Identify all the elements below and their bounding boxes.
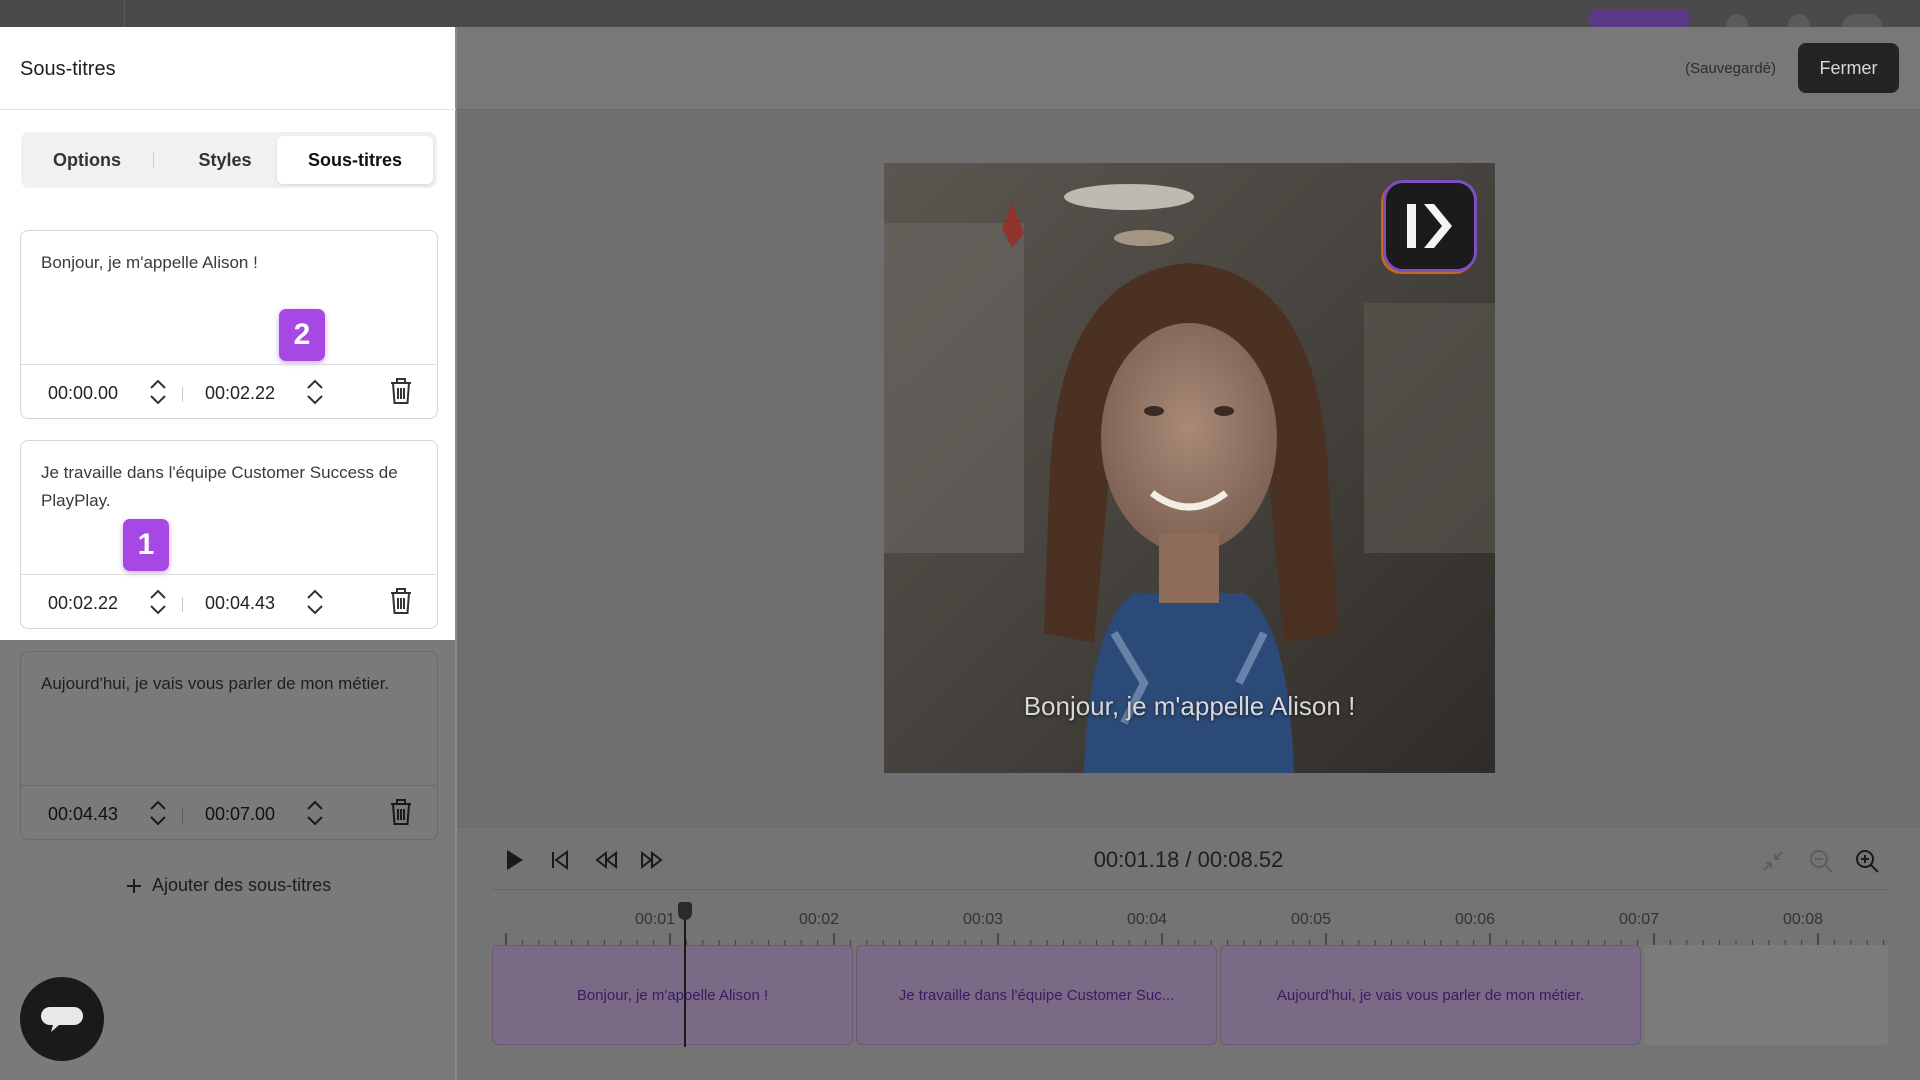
timeline-label: 00:03 bbox=[962, 911, 1004, 928]
tab-sous-titres[interactable]: Sous-titres bbox=[277, 136, 433, 184]
subtitle-text[interactable]: Aujourd'hui, je vais vous parler de mon … bbox=[41, 670, 411, 698]
tab-styles[interactable]: Styles bbox=[154, 136, 296, 184]
app-top-bar bbox=[0, 0, 1920, 27]
avatar bbox=[1842, 14, 1882, 27]
editor-header: (Sauvegardé) Fermer bbox=[457, 27, 1920, 110]
start-time-field[interactable]: 00:02.22 bbox=[48, 593, 118, 614]
trash-icon[interactable] bbox=[388, 376, 414, 406]
fit-timeline-icon[interactable] bbox=[1759, 847, 1787, 875]
trash-icon[interactable] bbox=[388, 797, 414, 827]
chat-support-button[interactable] bbox=[20, 977, 104, 1061]
panel-header: Sous-titres bbox=[0, 27, 456, 110]
step-badge: 2 bbox=[279, 309, 325, 361]
subtitle-text[interactable]: Bonjour, je m'appelle Alison ! bbox=[41, 249, 411, 277]
video-caption: Bonjour, je m'appelle Alison ! bbox=[1023, 691, 1356, 721]
tab-bar: Options Styles Sous-titres bbox=[21, 132, 437, 188]
timeline-label: 00:01 bbox=[634, 911, 676, 928]
start-time-stepper-icon[interactable] bbox=[148, 377, 168, 407]
end-time-stepper-icon[interactable] bbox=[305, 587, 325, 617]
zoom-out-icon[interactable] bbox=[1807, 847, 1835, 875]
subtitle-card: Aujourd'hui, je vais vous parler de mon … bbox=[20, 651, 438, 840]
start-time-stepper-icon[interactable] bbox=[148, 587, 168, 617]
timeline-empty-area bbox=[1644, 945, 1888, 1045]
end-time-field[interactable]: 00:02.22 bbox=[205, 383, 275, 404]
top-bar-icon bbox=[1726, 14, 1748, 27]
save-status: (Sauvegardé) bbox=[1685, 60, 1776, 77]
playhead-handle[interactable] bbox=[678, 902, 692, 920]
timeline-label: 00:06 bbox=[1454, 911, 1496, 928]
chat-bubble-icon bbox=[41, 1007, 83, 1032]
card-divider bbox=[21, 364, 436, 365]
end-time-stepper-icon[interactable] bbox=[305, 377, 325, 407]
timeline-segment[interactable]: Je travaille dans l'équipe Customer Suc.… bbox=[856, 945, 1217, 1045]
top-bar-action-button bbox=[1589, 10, 1690, 27]
timecode-display: 00:01.18 / 00:08.52 bbox=[1093, 847, 1284, 872]
start-time-field[interactable]: 00:04.43 bbox=[48, 804, 118, 825]
timeline-segment[interactable]: Bonjour, je m'appelle Alison ! bbox=[492, 945, 853, 1045]
time-separator bbox=[182, 808, 183, 823]
playplay-logo bbox=[1383, 180, 1477, 272]
subtitle-text[interactable]: Je travaille dans l'équipe Customer Succ… bbox=[41, 459, 411, 515]
start-time-field[interactable]: 00:00.00 bbox=[48, 383, 118, 404]
end-time-field[interactable]: 00:07.00 bbox=[205, 804, 275, 825]
panel-title: Sous-titres bbox=[20, 58, 116, 80]
timeline-top-border bbox=[492, 889, 1888, 890]
play-logo-icon bbox=[1407, 204, 1452, 248]
end-time-stepper-icon[interactable] bbox=[305, 798, 325, 828]
plus-icon bbox=[127, 878, 141, 893]
add-subtitles-label: Ajouter des sous-titres bbox=[152, 875, 332, 895]
tab-options[interactable]: Options bbox=[21, 136, 153, 184]
timeline-label: 00:02 bbox=[798, 911, 840, 928]
playhead-line[interactable] bbox=[684, 907, 686, 1047]
time-separator bbox=[182, 597, 183, 612]
video-preview[interactable]: Bonjour, je m'appelle Alison ! bbox=[884, 163, 1495, 773]
time-separator bbox=[182, 387, 183, 402]
player-bar: 00:01.18 / 00:08.52 00:01 00:02 00:03 00… bbox=[457, 826, 1920, 1080]
subtitle-card: Je travaille dans l'équipe Customer Succ… bbox=[20, 440, 438, 629]
subtitles-panel: Sous-titres Options Styles Sous-titres B… bbox=[0, 27, 457, 1080]
zoom-in-icon[interactable] bbox=[1853, 847, 1881, 875]
timeline-label: 00:05 bbox=[1290, 911, 1332, 928]
close-button[interactable]: Fermer bbox=[1798, 43, 1899, 93]
subtitle-card: Bonjour, je m'appelle Alison ! 2 00:00.0… bbox=[20, 230, 438, 419]
timeline-segment[interactable]: Aujourd'hui, je vais vous parler de mon … bbox=[1220, 945, 1641, 1045]
end-time-field[interactable]: 00:04.43 bbox=[205, 593, 275, 614]
card-divider bbox=[21, 785, 436, 786]
start-time-stepper-icon[interactable] bbox=[148, 798, 168, 828]
top-bar-icon bbox=[1788, 14, 1810, 27]
card-divider bbox=[21, 574, 436, 575]
top-bar-divider bbox=[124, 0, 125, 27]
add-subtitles-button[interactable]: Ajouter des sous-titres bbox=[126, 875, 331, 896]
timeline-label: 00:04 bbox=[1126, 911, 1168, 928]
step-badge: 1 bbox=[123, 519, 169, 571]
timeline-label: 00:07 bbox=[1618, 911, 1660, 928]
trash-icon[interactable] bbox=[388, 586, 414, 616]
timeline-label: 00:08 bbox=[1782, 911, 1824, 928]
